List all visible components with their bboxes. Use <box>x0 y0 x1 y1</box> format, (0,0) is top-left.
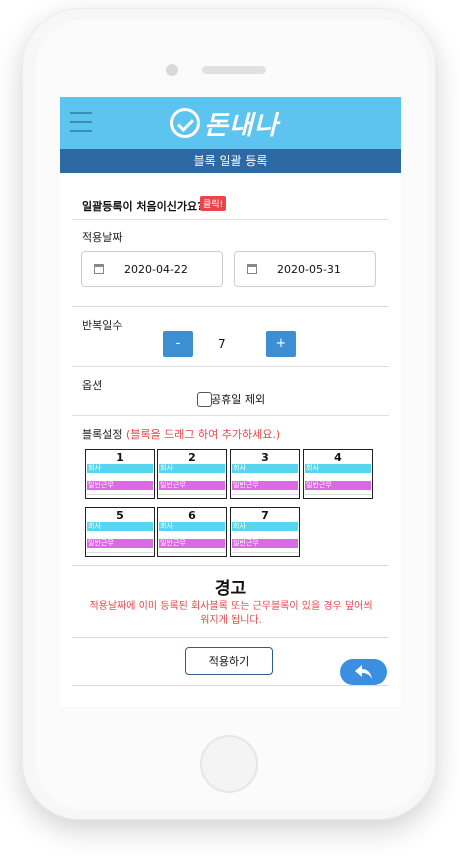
warning-text-line: 적용날짜에 이미 등록된 회사블록 또는 근무블록이 있을 경우 덮어씌 <box>89 601 373 612</box>
phone-speaker <box>202 66 266 74</box>
block-number: 1 <box>116 451 124 464</box>
block-number: 2 <box>188 451 196 464</box>
block-divider <box>232 494 298 495</box>
block-number: 3 <box>261 451 269 464</box>
date-label: 적용날짜 <box>82 231 123 244</box>
work-type-tag: 일반근무 <box>87 481 153 490</box>
start-date-field[interactable]: 2020-04-22 <box>81 251 223 287</box>
work-type-tag: 일반근무 <box>159 539 225 548</box>
work-type-tag: 일반근무 <box>232 539 298 548</box>
block-divider <box>232 552 298 553</box>
company-block-tag: 회사 <box>87 522 153 531</box>
block-divider <box>159 494 225 495</box>
divider <box>72 565 389 566</box>
page-title: 블록 일괄 등록 <box>60 149 401 173</box>
apply-button[interactable]: 적용하기 <box>185 647 273 675</box>
divider <box>72 219 389 220</box>
check-circle-logo-icon <box>170 108 200 138</box>
end-date-field[interactable]: 2020-05-31 <box>234 251 376 287</box>
company-block-tag: 회사 <box>305 464 371 473</box>
exclude-holidays-label: 공휴일 제외 <box>211 393 266 406</box>
app-header: 돈내나 <box>60 97 401 149</box>
divider <box>72 306 389 307</box>
increment-button[interactable]: + <box>266 331 296 357</box>
work-type-tag: 일반근무 <box>87 539 153 548</box>
block-settings-hint: (블록을 드래그 하여 추가하세요.) <box>125 428 281 441</box>
company-block-tag: 회사 <box>87 464 153 473</box>
block-settings-title: 블록설정 <box>82 428 123 441</box>
options-label: 옵션 <box>82 379 103 392</box>
block-number: 4 <box>334 451 342 464</box>
block-divider <box>87 494 153 495</box>
first-time-question: 일괄등록이 처음이신가요? <box>82 200 204 213</box>
company-block-tag: 회사 <box>232 522 298 531</box>
repeat-days-value: 7 <box>218 337 226 351</box>
back-button[interactable] <box>340 659 387 685</box>
block-divider <box>87 552 153 553</box>
end-date-value: 2020-05-31 <box>277 263 341 276</box>
logo-text: 돈내나 <box>204 110 279 141</box>
calendar-icon <box>94 264 104 274</box>
work-type-tag: 일반근무 <box>305 481 371 490</box>
phone-camera <box>166 64 178 76</box>
divider <box>72 366 389 367</box>
work-block[interactable]: 7 회사 일반근무 <box>230 507 300 557</box>
app-logo: 돈내나 <box>170 105 279 141</box>
calendar-icon <box>247 264 257 274</box>
divider <box>72 637 389 638</box>
repeat-label: 반복일수 <box>82 319 123 332</box>
work-block[interactable]: 6 회사 일반근무 <box>157 507 227 557</box>
phone-home-button[interactable] <box>200 735 258 793</box>
company-block-tag: 회사 <box>159 522 225 531</box>
exclude-holidays-checkbox[interactable] <box>197 392 212 407</box>
block-settings-label: 블록설정 (블록을 드래그 하여 추가하세요.) <box>82 426 280 442</box>
warning-title: 경고 <box>214 579 247 599</box>
work-type-tag: 일반근무 <box>232 481 298 490</box>
block-divider <box>159 552 225 553</box>
block-number: 5 <box>116 509 124 522</box>
app-screen: 돈내나 블록 일괄 등록 일괄등록이 처음이신가요? 클릭! 적용날짜 2020… <box>60 97 401 707</box>
warning-text-line: 워지게 됩니다. <box>200 615 262 626</box>
back-arrow-icon <box>355 665 372 679</box>
hamburger-icon[interactable] <box>70 112 92 132</box>
work-block[interactable]: 4 회사 일반근무 <box>303 449 373 499</box>
work-block[interactable]: 2 회사 일반근무 <box>157 449 227 499</box>
decrement-button[interactable]: - <box>163 331 193 357</box>
work-type-tag: 일반근무 <box>159 481 225 490</box>
divider <box>72 415 389 416</box>
start-date-value: 2020-04-22 <box>124 263 188 276</box>
work-block[interactable]: 1 회사 일반근무 <box>85 449 155 499</box>
company-block-tag: 회사 <box>232 464 298 473</box>
block-number: 6 <box>188 509 196 522</box>
work-block[interactable]: 3 회사 일반근무 <box>230 449 300 499</box>
click-badge[interactable]: 클릭! <box>200 196 227 211</box>
divider <box>72 685 389 686</box>
company-block-tag: 회사 <box>159 464 225 473</box>
warning-text: 적용날짜에 이미 등록된 회사블록 또는 근무블록이 있을 경우 덮어씌 워지게… <box>86 600 376 628</box>
block-divider <box>305 494 371 495</box>
block-number: 7 <box>261 509 269 522</box>
work-block[interactable]: 5 회사 일반근무 <box>85 507 155 557</box>
